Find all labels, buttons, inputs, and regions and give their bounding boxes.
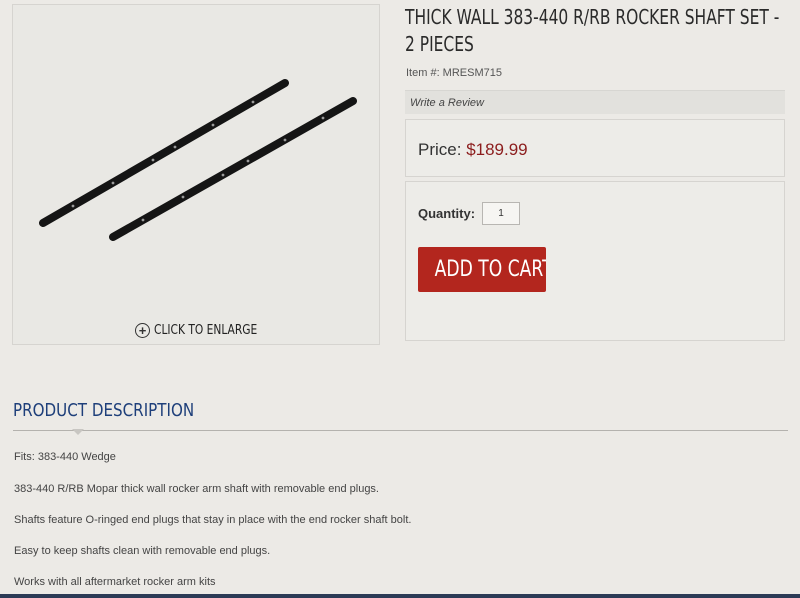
description-notch <box>72 429 84 435</box>
description-line: Fits: 383-440 Wedge <box>14 451 116 463</box>
product-image-panel: + CLICK TO ENLARGE <box>12 4 380 345</box>
description-line: 383-440 R/RB Mopar thick wall rocker arm… <box>14 483 379 495</box>
product-image[interactable] <box>13 5 379 265</box>
click-to-enlarge-label: CLICK TO ENLARGE <box>154 323 258 338</box>
review-bar: Write a Review <box>405 90 785 114</box>
description-line: Shafts feature O-ringed end plugs that s… <box>14 514 412 526</box>
write-review-link[interactable]: Write a Review <box>410 97 484 109</box>
click-to-enlarge-link[interactable]: + CLICK TO ENLARGE <box>135 323 280 338</box>
price-box: Price: $189.99 <box>405 119 785 177</box>
add-to-cart-button[interactable]: ADD TO CART <box>418 247 546 292</box>
description-divider <box>13 430 788 431</box>
add-to-cart-label: ADD TO CART <box>434 257 546 282</box>
purchase-box: Quantity: ADD TO CART <box>405 181 785 341</box>
description-line: Works with all aftermarket rocker arm ki… <box>14 576 216 588</box>
quantity-label: Quantity: <box>418 206 476 221</box>
description-line: Easy to keep shafts clean with removable… <box>14 545 271 557</box>
item-number: Item #: MRESM715 <box>406 67 502 79</box>
product-title: THICK WALL 383-440 R/RB ROCKER SHAFT SET… <box>405 5 780 56</box>
bottom-bar <box>0 594 800 598</box>
plus-circle-icon: + <box>135 323 150 338</box>
price-label: Price: <box>418 140 467 159</box>
price-value: $189.99 <box>466 140 528 159</box>
product-description-heading: PRODUCT DESCRIPTION <box>13 400 195 421</box>
product-page: + CLICK TO ENLARGE THICK WALL 383-440 R/… <box>0 0 800 598</box>
price-row: Price: $189.99 <box>418 140 528 160</box>
quantity-input[interactable] <box>482 202 520 225</box>
